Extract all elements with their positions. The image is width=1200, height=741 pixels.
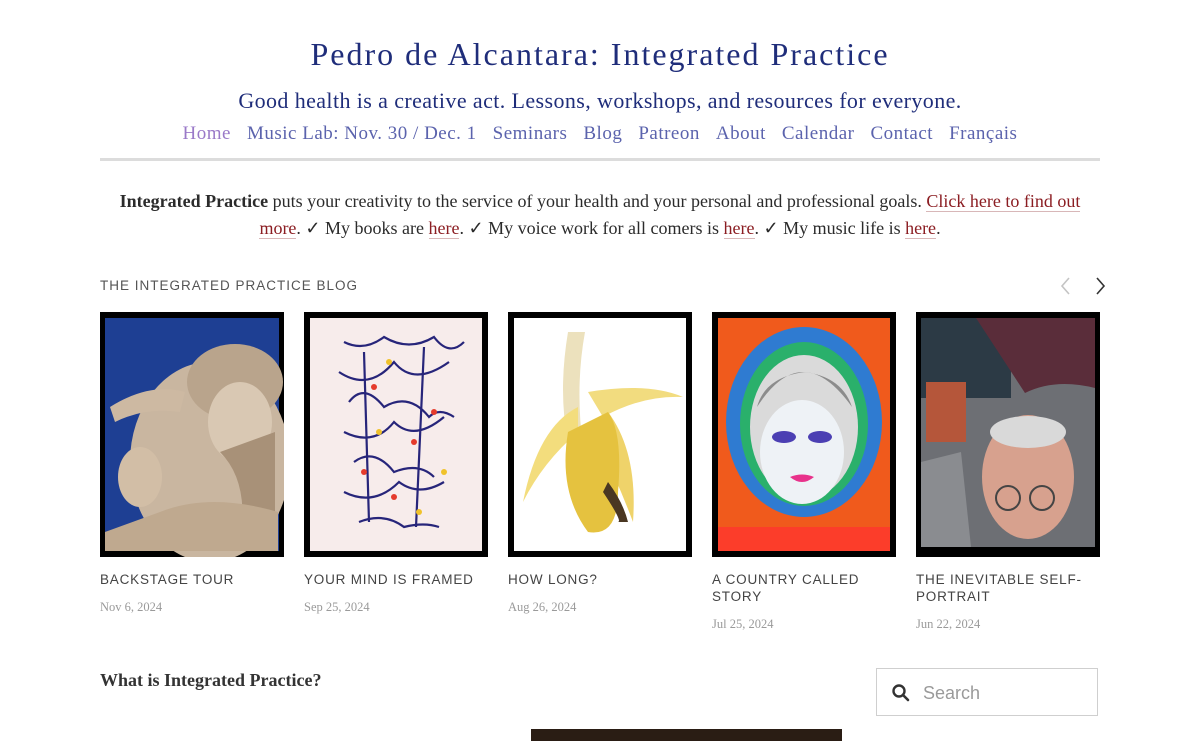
header-divider	[100, 158, 1100, 161]
nav-item-music-lab[interactable]: Music Lab: Nov. 30 / Dec. 1	[247, 120, 477, 148]
post-title[interactable]: YOUR MIND IS FRAMED	[304, 571, 488, 588]
intro-text-1: puts your creativity to the service of y…	[268, 191, 927, 211]
blog-card[interactable]: BACKSTAGE TOUR Nov 6, 2024	[100, 312, 284, 615]
post-title[interactable]: A COUNTRY CALLED STORY	[712, 571, 896, 605]
nav-item-patreon[interactable]: Patreon	[638, 120, 700, 148]
search-box[interactable]	[876, 668, 1098, 716]
post-date: Aug 26, 2024	[508, 600, 577, 614]
post-date: Sep 25, 2024	[304, 600, 370, 614]
post-title[interactable]: THE INEVITABLE SELF-PORTRAIT	[916, 571, 1100, 605]
chevron-right-icon[interactable]	[1089, 274, 1111, 298]
chevron-left-icon[interactable]	[1055, 274, 1077, 298]
nav-item-about[interactable]: About	[716, 120, 766, 148]
nav-item-home[interactable]: Home	[183, 120, 231, 148]
voice-work-link[interactable]: here	[723, 218, 755, 239]
section-heading: What is Integrated Practice?	[100, 670, 322, 690]
nav-item-contact[interactable]: Contact	[870, 120, 933, 148]
post-thumbnail-statue[interactable]	[100, 312, 284, 557]
blog-card[interactable]: A COUNTRY CALLED STORY Jul 25, 2024	[712, 312, 896, 632]
search-icon	[891, 683, 911, 708]
main-nav: Home Music Lab: Nov. 30 / Dec. 1 Seminar…	[0, 120, 1200, 148]
intro-text-4: . ✓ My music life is	[754, 218, 906, 238]
post-date: Jun 22, 2024	[916, 617, 981, 631]
carousel-controls	[1055, 274, 1111, 298]
intro-paragraph: Integrated Practice puts your creativity…	[100, 188, 1100, 242]
intro-text-5: .	[936, 218, 941, 238]
search-input[interactable]	[921, 677, 1095, 709]
site-title[interactable]: Pedro de Alcantara: Integrated Practice	[0, 34, 1200, 74]
section-image	[531, 729, 842, 741]
site-tagline: Good health is a creative act. Lessons, …	[238, 88, 962, 113]
nav-item-seminars[interactable]: Seminars	[493, 120, 568, 148]
nav-item-francais[interactable]: Français	[949, 120, 1017, 148]
books-link[interactable]: here	[428, 218, 460, 239]
nav-item-blog[interactable]: Blog	[583, 120, 622, 148]
blog-card[interactable]: YOUR MIND IS FRAMED Sep 25, 2024	[304, 312, 488, 615]
post-title[interactable]: BACKSTAGE TOUR	[100, 571, 284, 588]
post-date: Jul 25, 2024	[712, 617, 774, 631]
nav-item-calendar[interactable]: Calendar	[782, 120, 855, 148]
blog-card[interactable]: THE INEVITABLE SELF-PORTRAIT Jun 22, 202…	[916, 312, 1100, 632]
post-title[interactable]: HOW LONG?	[508, 571, 692, 588]
intro-text-2: . ✓ My books are	[296, 218, 429, 238]
post-thumbnail-banana[interactable]	[508, 312, 692, 557]
post-date: Nov 6, 2024	[100, 600, 163, 614]
blog-section-heading: THE INTEGRATED PRACTICE BLOG	[100, 278, 359, 293]
music-life-link[interactable]: here	[905, 218, 937, 239]
post-thumbnail-self-portrait[interactable]	[916, 312, 1100, 557]
post-thumbnail-abstract-drawing[interactable]	[304, 312, 488, 557]
intro-text-3: . ✓ My voice work for all comers is	[459, 218, 724, 238]
post-thumbnail-painted-face[interactable]	[712, 312, 896, 557]
blog-card[interactable]: HOW LONG? Aug 26, 2024	[508, 312, 692, 615]
intro-bold: Integrated Practice	[119, 191, 269, 211]
